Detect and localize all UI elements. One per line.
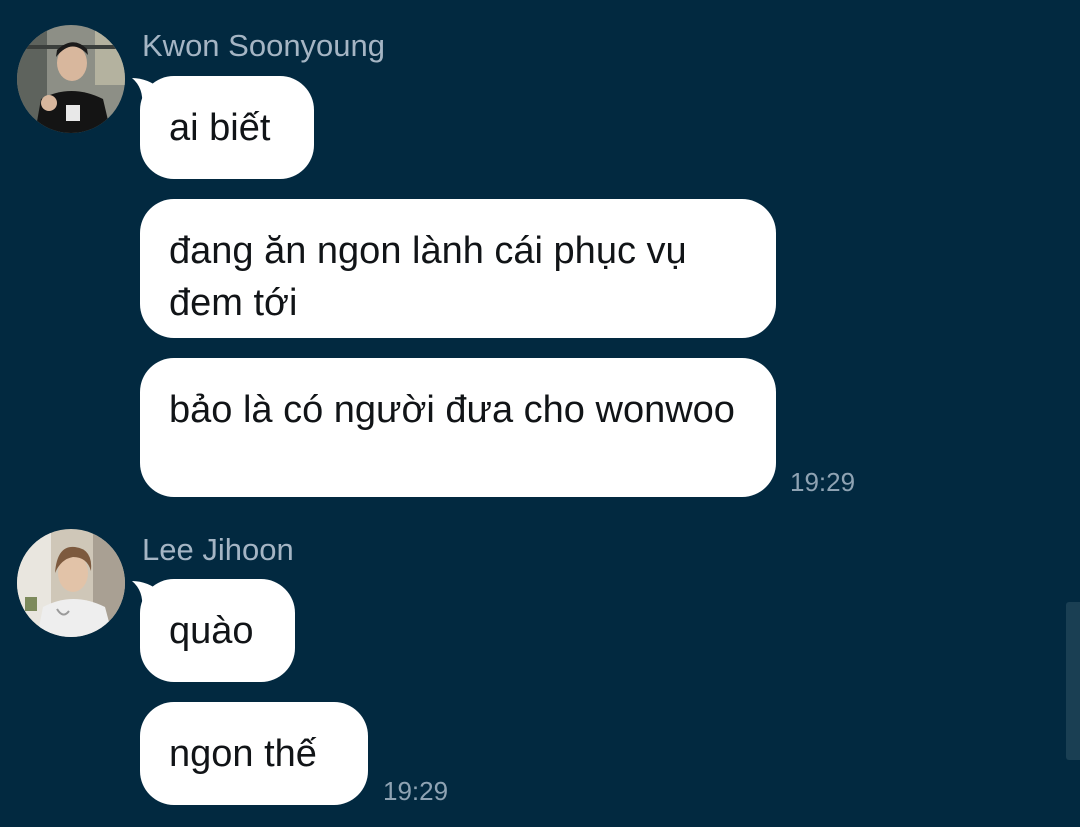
- message-bubble[interactable]: bảo là có người đưa cho wonwoo: [140, 358, 776, 497]
- chat-thread: Kwon Soonyoung ai biết đang ăn ngon lành…: [0, 0, 1080, 827]
- message-bubble[interactable]: ngon thế: [140, 702, 368, 805]
- sender-name: Lee Jihoon: [142, 532, 294, 567]
- avatar-soonyoung[interactable]: [17, 25, 125, 133]
- user-photo-icon: [17, 25, 125, 133]
- sender-name: Kwon Soonyoung: [142, 28, 386, 63]
- message-bubble[interactable]: ai biết: [140, 76, 314, 179]
- message-timestamp: 19:29: [383, 776, 449, 806]
- scrollbar-thumb[interactable]: [1066, 602, 1080, 760]
- message-timestamp: 19:29: [790, 467, 856, 497]
- message-bubble[interactable]: quào: [140, 579, 295, 682]
- message-bubble[interactable]: đang ăn ngon lành cái phục vụ đem tới: [140, 199, 776, 338]
- user-photo-icon: [17, 529, 125, 637]
- avatar-jihoon[interactable]: [17, 529, 125, 637]
